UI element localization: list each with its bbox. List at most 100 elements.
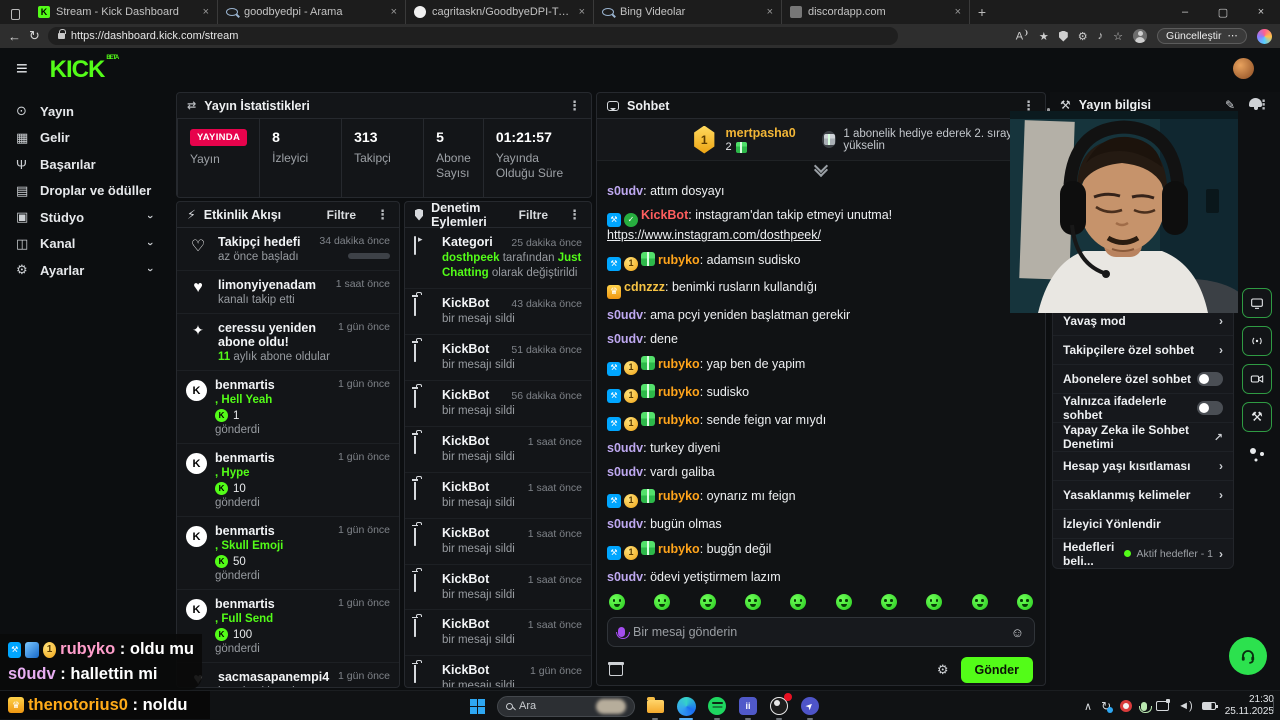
- moderation-item[interactable]: KickBot 43 dakika önce bir mesajı sildi: [405, 289, 591, 335]
- copilot-icon[interactable]: [1257, 28, 1272, 44]
- tab-close-icon[interactable]: [955, 6, 961, 18]
- recording-status-icon[interactable]: [1120, 700, 1133, 712]
- browser-tab[interactable]: Bing Videolar: [594, 0, 782, 24]
- kebab-menu-icon[interactable]: [376, 207, 389, 223]
- taskbar-search[interactable]: Ara: [497, 695, 635, 717]
- settings-menu-row[interactable]: İzleyici Yönlendir: [1053, 510, 1233, 539]
- chat-username[interactable]: s0udv: [607, 465, 643, 479]
- media-icon[interactable]: ♪: [1098, 30, 1104, 42]
- edit-pencil-icon[interactable]: [1225, 98, 1235, 112]
- kebab-menu-icon[interactable]: [568, 207, 581, 223]
- display-icon[interactable]: [1156, 699, 1171, 711]
- shield-icon[interactable]: [1058, 30, 1068, 42]
- settings-menu-row[interactable]: Takipçilere özel sohbet: [1053, 336, 1233, 365]
- settings-menu-row[interactable]: Hedefleri beli... Aktif hedefler - 1: [1053, 539, 1233, 568]
- tools-wrench-button[interactable]: ⚒: [1242, 402, 1272, 432]
- update-button[interactable]: Güncelleştir ⋯: [1157, 28, 1247, 44]
- favorite-star-icon[interactable]: ★: [1039, 30, 1049, 43]
- new-tab-button[interactable]: [970, 0, 994, 24]
- emote-icon[interactable]: [1016, 594, 1033, 610]
- tab-close-icon[interactable]: [767, 6, 773, 18]
- activity-item[interactable]: Takipçi hedefi az önce başladı 34 dakika…: [177, 228, 399, 271]
- browser-profile-avatar[interactable]: [1133, 29, 1148, 43]
- filter-button[interactable]: Filtre: [327, 208, 356, 222]
- moderation-item[interactable]: Kategori 25 dakika önce dosthpeek tarafı…: [405, 228, 591, 289]
- emote-icon[interactable]: [654, 594, 671, 610]
- settings-menu-row[interactable]: Yalnızca ifadelerle sohbet: [1053, 394, 1233, 423]
- moderation-item[interactable]: KickBot 1 saat önce bir mesajı sildi: [405, 519, 591, 565]
- chat-username[interactable]: KickBot: [641, 208, 688, 222]
- sidebar-item[interactable]: Ψ Başarılar: [8, 151, 160, 178]
- send-button[interactable]: Gönder: [960, 657, 1033, 683]
- emote-icon[interactable]: [926, 594, 943, 610]
- address-bar[interactable]: https://dashboard.kick.com/stream: [47, 27, 898, 45]
- edge-icon[interactable]: [675, 695, 697, 720]
- sidebar-item[interactable]: ◫ Kanal: [8, 231, 160, 258]
- emote-icon[interactable]: [790, 594, 807, 610]
- start-button[interactable]: [466, 695, 488, 717]
- volume-icon[interactable]: ◄): [1178, 700, 1193, 712]
- emote-icon[interactable]: [835, 594, 852, 610]
- activity-item[interactable]: benmartis , Full Send 100 gönderdi 1 gün…: [177, 590, 399, 663]
- more-apps-icon[interactable]: [1248, 446, 1266, 462]
- browser-tab[interactable]: discordapp.com: [782, 0, 970, 24]
- discord-icon[interactable]: [799, 695, 821, 720]
- back-button[interactable]: ←: [8, 29, 21, 44]
- collapse-chevron-icon[interactable]: [813, 165, 829, 175]
- tab-close-icon[interactable]: [391, 6, 397, 18]
- screen-share-button[interactable]: [1242, 288, 1272, 318]
- toggle-switch[interactable]: [1197, 401, 1223, 415]
- emote-icon[interactable]: [744, 594, 761, 610]
- chat-identity-icon[interactable]: [608, 662, 624, 676]
- tab-workspaces-icon[interactable]: [0, 4, 30, 24]
- read-aloud-icon[interactable]: A❩: [1016, 29, 1029, 43]
- activity-item[interactable]: ceressu yeniden abone oldu! 11 aylık abo…: [177, 314, 399, 371]
- moderation-item[interactable]: KickBot 1 saat önce bir mesajı sildi: [405, 610, 591, 657]
- kick-logo[interactable]: KICK BETA: [50, 55, 120, 84]
- bell-icon[interactable]: [1249, 98, 1262, 110]
- chat-username[interactable]: s0udv: [607, 517, 643, 531]
- obs-icon[interactable]: [768, 693, 792, 720]
- chat-username[interactable]: rubyko: [658, 385, 700, 399]
- toggle-switch[interactable]: [1197, 372, 1223, 386]
- settings-menu-row[interactable]: Abonelere özel sohbet: [1053, 365, 1233, 394]
- moderation-item[interactable]: KickBot 1 saat önce bir mesajı sildi: [405, 473, 591, 519]
- close-button[interactable]: ×: [1242, 0, 1280, 24]
- hamburger-menu-icon[interactable]: ≡: [16, 58, 28, 81]
- broadcast-button[interactable]: [1242, 326, 1272, 356]
- sidebar-item[interactable]: ▦ Gelir: [8, 125, 160, 152]
- minimize-button[interactable]: –: [1166, 0, 1204, 24]
- sidebar-item[interactable]: ▣ Stüdyo: [8, 204, 160, 231]
- microphone-icon[interactable]: [615, 627, 630, 639]
- settings-menu-row[interactable]: Yasaklanmış kelimeler: [1053, 481, 1233, 510]
- teams-icon[interactable]: ii: [737, 695, 759, 720]
- activity-item[interactable]: benmartis , Hype 10 gönderdi 1 gün önce: [177, 444, 399, 517]
- battery-icon[interactable]: [1201, 702, 1218, 710]
- tray-expand-icon[interactable]: ∧: [1084, 700, 1092, 713]
- sidebar-item[interactable]: ⚙ Ayarlar: [8, 257, 160, 284]
- emote-icon[interactable]: [971, 594, 988, 610]
- gift-leaderboard[interactable]: 1 mertpasha0 2 1 abonelik hediye ederek …: [597, 119, 1045, 161]
- tab-close-icon[interactable]: [579, 6, 585, 18]
- file-explorer-icon[interactable]: [644, 695, 666, 720]
- chat-username[interactable]: rubyko: [658, 489, 700, 503]
- tab-close-icon[interactable]: [203, 6, 209, 18]
- chat-username[interactable]: rubyko: [658, 413, 700, 427]
- clip-button[interactable]: [1242, 364, 1272, 394]
- moderation-item[interactable]: KickBot 1 saat önce bir mesajı sildi: [405, 427, 591, 473]
- collections-icon[interactable]: ☆: [1113, 30, 1123, 43]
- refresh-button[interactable]: ↻: [29, 28, 40, 44]
- moderation-item[interactable]: KickBot 51 dakika önce bir mesajı sildi: [405, 335, 591, 381]
- browser-tab[interactable]: Stream - Kick Dashboard: [30, 0, 218, 24]
- chat-input[interactable]: Bir mesaj gönderin: [607, 617, 1035, 647]
- chat-username[interactable]: s0udv: [607, 441, 643, 455]
- kebab-menu-icon[interactable]: [568, 98, 581, 114]
- emote-icon[interactable]: [880, 594, 897, 610]
- chat-username[interactable]: rubyko: [658, 253, 700, 267]
- activity-item[interactable]: limonyiyenadam kanalı takip etti 1 saat …: [177, 271, 399, 314]
- extensions-icon[interactable]: ⚙: [1078, 30, 1088, 43]
- browser-tab[interactable]: goodbyedpi - Arama: [218, 0, 406, 24]
- emoji-picker-icon[interactable]: [1011, 625, 1024, 640]
- chat-username[interactable]: s0udv: [607, 184, 643, 198]
- emote-icon[interactable]: [609, 594, 625, 610]
